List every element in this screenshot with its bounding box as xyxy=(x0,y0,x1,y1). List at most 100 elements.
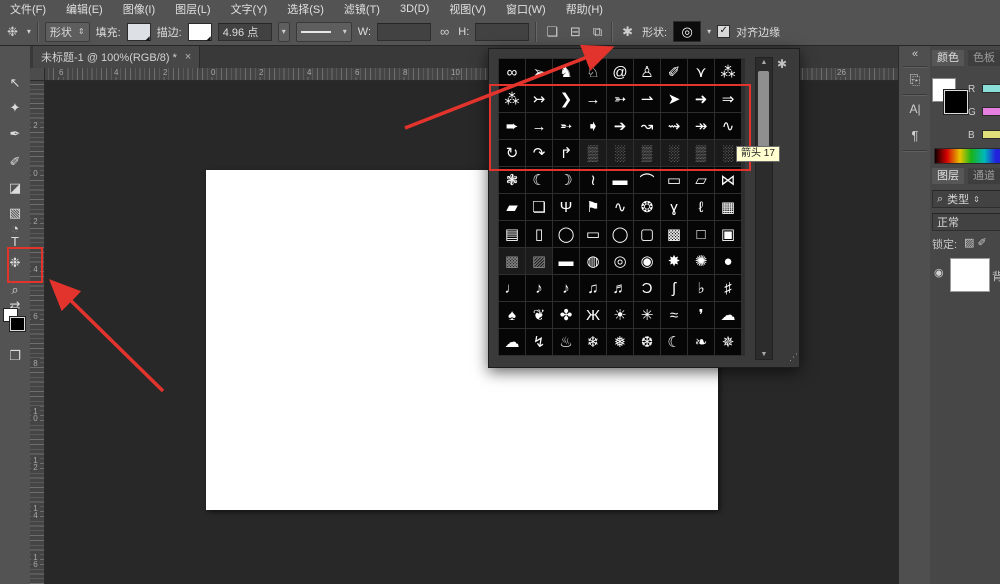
color-spectrum-bar[interactable] xyxy=(934,148,1000,164)
shape-cell[interactable]: ɣ xyxy=(661,194,687,220)
shape-cell[interactable]: ❯ xyxy=(553,86,579,112)
shape-cell[interactable]: ☁ xyxy=(715,302,741,328)
menu-item[interactable]: 帮助(H) xyxy=(556,1,613,17)
layer-filter-select[interactable]: ⌕ 类型 ⇕ xyxy=(932,190,1000,208)
shape-cell[interactable]: ✺ xyxy=(688,248,714,274)
document-tab[interactable]: 未标题-1 @ 100%(RGB/8) * × xyxy=(33,46,200,68)
shape-cell[interactable]: ♨ xyxy=(553,329,579,355)
shape-cell[interactable]: @ xyxy=(607,59,633,85)
shape-cell[interactable]: ⚑ xyxy=(580,194,606,220)
fill-swatch[interactable]: ◢ xyxy=(127,23,151,41)
shape-cell[interactable]: ▱ xyxy=(688,167,714,193)
b-channel-slider[interactable] xyxy=(982,130,1000,139)
shape-scrollbar[interactable]: ▲ ▼ xyxy=(755,57,773,360)
shape-cell[interactable]: ♙ xyxy=(634,59,660,85)
shape-cell[interactable]: ♠ xyxy=(499,302,525,328)
menu-item[interactable]: 滤镜(T) xyxy=(334,1,390,17)
shape-cell[interactable]: ♯ xyxy=(715,275,741,301)
stroke-width-field[interactable]: 4.96 点 xyxy=(218,23,272,41)
r-channel-slider[interactable] xyxy=(982,84,1000,93)
shape-cell[interactable]: → xyxy=(580,86,606,112)
panel-menu-gear-icon[interactable]: ✱ xyxy=(777,57,787,71)
tool-preset-dd-icon[interactable]: ▾ xyxy=(27,27,31,36)
shape-cell[interactable]: ♫ xyxy=(580,275,606,301)
menu-item[interactable]: 窗口(W) xyxy=(496,1,556,17)
panel-group-icon[interactable]: ⎘ xyxy=(899,72,931,88)
shape-cell[interactable]: ♪ xyxy=(553,275,579,301)
shape-mode-select[interactable]: 形状⇕ xyxy=(45,22,90,42)
shape-cell[interactable]: ∞ xyxy=(499,59,525,85)
shape-cell[interactable]: ➢ xyxy=(526,59,552,85)
menu-item[interactable]: 3D(D) xyxy=(390,3,439,15)
shape-cell[interactable]: ▣ xyxy=(715,221,741,247)
shape-cell[interactable]: ↯ xyxy=(526,329,552,355)
character-panel-icon[interactable]: A| xyxy=(899,102,931,116)
shape-picker-button[interactable]: ◎ xyxy=(673,21,701,42)
shape-cell[interactable]: ❜ xyxy=(688,302,714,328)
shape-cell[interactable]: ⁂ xyxy=(499,86,525,112)
scroll-up-icon[interactable]: ▲ xyxy=(756,59,772,66)
shape-cell[interactable]: ∿ xyxy=(715,113,741,139)
panel-resize-grip[interactable]: ⋰ xyxy=(789,352,798,363)
gear-icon[interactable]: ✱ xyxy=(619,24,636,40)
background-color-swatch[interactable] xyxy=(10,317,25,331)
eyedropper-tool[interactable]: ✒ xyxy=(0,124,30,144)
shape-cell[interactable]: ▬ xyxy=(607,167,633,193)
stroke-width-dd[interactable]: ▾ xyxy=(278,22,290,42)
shape-cell[interactable]: Ɔ xyxy=(634,275,660,301)
tool-preset-icon[interactable]: ❉ xyxy=(4,24,21,40)
shape-cell[interactable]: ♪ xyxy=(526,275,552,301)
shape-cell[interactable]: ⋎ xyxy=(688,59,714,85)
shape-cell[interactable]: ▤ xyxy=(499,221,525,247)
shape-cell[interactable]: ▭ xyxy=(661,167,687,193)
shape-cell[interactable]: ▩ xyxy=(499,248,525,274)
shape-cell[interactable]: ❄ xyxy=(580,329,606,355)
close-tab-icon[interactable]: × xyxy=(185,51,191,63)
shape-cell[interactable]: ⁂ xyxy=(715,59,741,85)
shape-cell[interactable]: ≈ xyxy=(661,302,687,328)
shape-cell[interactable]: Ψ xyxy=(553,194,579,220)
layer-name[interactable]: 背 xyxy=(992,268,1000,284)
shape-cell[interactable]: ☾ xyxy=(526,167,552,193)
h-input[interactable] xyxy=(475,23,529,41)
layer-visibility-eye-icon[interactable]: ◉ xyxy=(934,266,944,279)
stroke-style-select[interactable]: ▾ xyxy=(296,22,352,42)
shape-cell[interactable]: ⇀ xyxy=(634,86,660,112)
shape-cell[interactable]: ✵ xyxy=(715,329,741,355)
shape-cell[interactable]: ◯ xyxy=(553,221,579,247)
shape-cell[interactable]: ❦ xyxy=(526,302,552,328)
shape-cell[interactable]: ❃ xyxy=(499,167,525,193)
shape-cell[interactable]: ▒ xyxy=(688,140,714,166)
tab-channels[interactable]: 通道 xyxy=(968,168,1000,184)
shape-cell[interactable]: ♞ xyxy=(553,59,579,85)
shape-cell[interactable]: ➨ xyxy=(499,113,525,139)
eraser-tool[interactable]: ◪ xyxy=(0,178,30,198)
shape-cell[interactable]: ❏ xyxy=(526,194,552,220)
shape-cell[interactable]: ▨ xyxy=(526,248,552,274)
shape-cell[interactable]: ⇒ xyxy=(715,86,741,112)
g-channel-slider[interactable] xyxy=(982,107,1000,116)
move-tool[interactable]: ↖ xyxy=(0,73,30,93)
shape-cell[interactable]: ☀ xyxy=(607,302,633,328)
shape-cell[interactable]: ∿ xyxy=(607,194,633,220)
menu-item[interactable]: 编辑(E) xyxy=(56,1,113,17)
path-align-icon[interactable]: ⊟ xyxy=(567,24,584,40)
shape-cell[interactable]: ▭ xyxy=(580,221,606,247)
path-operations-icon[interactable]: ❏ xyxy=(543,24,561,40)
shape-cell[interactable]: ≀ xyxy=(580,167,606,193)
menu-item[interactable]: 文字(Y) xyxy=(221,1,278,17)
shape-cell[interactable]: ↻ xyxy=(499,140,525,166)
tab-layers[interactable]: 图层 xyxy=(932,168,964,184)
stroke-swatch[interactable]: ◢ xyxy=(188,23,212,41)
shape-cell[interactable]: ▒ xyxy=(634,140,660,166)
align-edges-checkbox[interactable]: ✓ xyxy=(717,25,730,38)
shape-cell[interactable]: ▰ xyxy=(499,194,525,220)
paragraph-panel-icon[interactable]: ¶ xyxy=(899,128,931,143)
shape-cell[interactable]: ➜ xyxy=(688,86,714,112)
shape-cell[interactable]: → xyxy=(526,113,552,139)
shape-cell[interactable]: ♘ xyxy=(580,59,606,85)
shape-cell[interactable]: ⇝ xyxy=(661,113,687,139)
shape-cell[interactable]: ♩ xyxy=(499,275,525,301)
shape-cell[interactable]: ☁ xyxy=(499,329,525,355)
shape-cell[interactable]: ✳ xyxy=(634,302,660,328)
